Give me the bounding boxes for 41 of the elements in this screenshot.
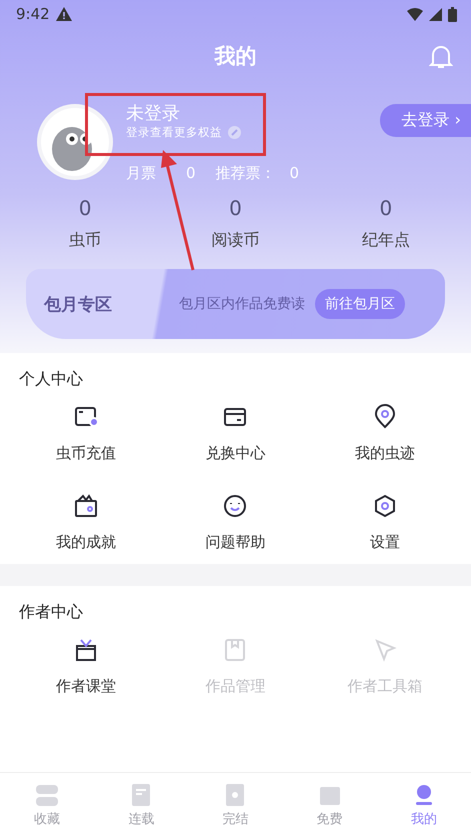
page-title: 我的 [214,43,256,70]
section-title: 个人中心 [18,369,84,390]
menu-item-label[interactable]: 我的虫迹 [355,444,416,463]
wifi-icon [407,8,423,20]
stat-value: 0 [379,196,392,220]
stat-label: 虫币 [69,230,102,251]
menu-item-label[interactable]: 我的成就 [56,533,116,552]
avatar[interactable] [36,103,114,181]
tab[interactable]: 免费 [300,782,360,828]
ticket-count: 0 [290,164,300,183]
ticket-count: 0 [186,164,196,183]
tab[interactable]: 我的 [394,782,454,828]
menu-item-label[interactable]: 虫币充值 [56,444,116,463]
banner-text: 包月区内作品免费读 [179,295,305,313]
stat-value: 0 [229,196,242,220]
menu-item-label[interactable]: 设置 [370,533,400,552]
tab[interactable]: 收藏 [17,782,78,828]
monthly-zone-button[interactable]: 前往包月区 [315,289,405,319]
monthly-banner[interactable]: 包月专区 包月区内作品免费读 前往包月区 [26,269,445,339]
menu-item-label[interactable]: 兑换中心 [205,444,266,463]
menu-item-label[interactable]: 问题帮助 [205,533,266,552]
stat-label: 纪年点 [362,230,410,251]
status-time: 9:42 [16,5,50,23]
login-hint: 登录查看更多权益 [126,125,222,140]
stat-value: 0 [78,196,92,220]
smile-icon[interactable] [222,493,248,519]
tab[interactable]: 完结 [205,782,266,828]
banner-title: 包月专区 [44,294,113,316]
stat-label: 阅读币 [211,230,260,251]
ticket-label: 推荐票： [216,164,276,183]
warning-icon [56,7,72,21]
username: 未登录 [126,102,181,125]
section-title: 作者中心 [18,602,84,623]
battery-icon [448,6,457,22]
shelf-tab-icon [34,782,60,808]
ticket-label: 月票 [126,164,157,183]
signal-icon [429,8,442,20]
menu-item-label[interactable]: 作者课堂 [56,677,116,696]
tab[interactable]: 连载 [111,782,172,828]
login-button[interactable]: 去登录 › [380,104,471,137]
trophy-icon[interactable] [72,493,99,519]
